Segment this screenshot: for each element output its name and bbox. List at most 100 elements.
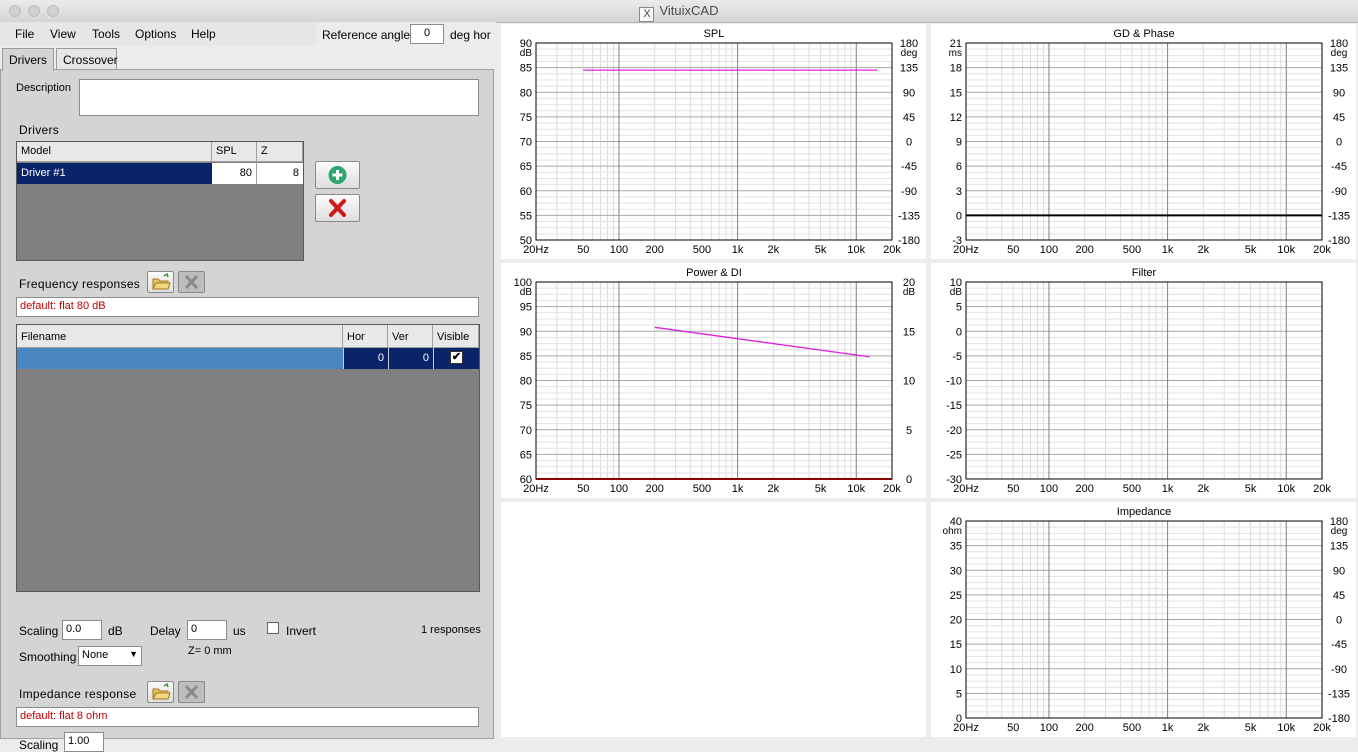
- y-tick-label: -20: [946, 425, 962, 437]
- fr-col-hor[interactable]: Hor: [343, 325, 388, 348]
- smoothing-value: None: [82, 649, 109, 661]
- y-tick-label: 65: [520, 161, 532, 173]
- y-tick-label: 12: [950, 112, 962, 124]
- drivers-col-spl[interactable]: SPL: [212, 142, 257, 162]
- y2-tick-label: 90: [903, 87, 915, 99]
- y2-tick-label: 0: [1336, 137, 1342, 149]
- visible-checkbox[interactable]: ✔: [450, 351, 463, 364]
- x-tick-label: 5k: [1245, 722, 1257, 734]
- chart-svg: Impedance20Hz 50 100 200 500 1k 2k 5k 10k 20k4035…: [943, 506, 1350, 734]
- y2-tick-label: 45: [1333, 112, 1345, 124]
- y2-tick-label: -135: [1328, 688, 1350, 700]
- x-tick-label: 200: [1075, 722, 1093, 734]
- y-tick-label: 95: [520, 302, 532, 314]
- driver-model-cell[interactable]: Driver #1: [17, 163, 212, 184]
- reference-angle-group: Reference angle 0 deg hor: [316, 22, 496, 46]
- open-impedance-response-button[interactable]: [147, 681, 174, 703]
- fr-filename-cell[interactable]: [17, 348, 343, 369]
- add-driver-button[interactable]: [315, 161, 360, 189]
- y2-tick-label: -45: [1331, 639, 1347, 651]
- default-impedance-response-field[interactable]: default: flat 8 ohm: [16, 707, 479, 727]
- remove-frequency-response-button[interactable]: [178, 271, 205, 293]
- menu-file[interactable]: File: [15, 27, 34, 41]
- y2-tick-label: 10: [903, 376, 915, 388]
- remove-driver-button[interactable]: [315, 194, 360, 222]
- menu-view[interactable]: View: [50, 27, 76, 41]
- y-tick-label: 3: [956, 186, 962, 198]
- x-tick-label: 10k: [1277, 722, 1295, 734]
- spl-chart[interactable]: SPL 20Hz 50 100 200 500 1k 2k 5k 10k 20k 90 85 80 75 70…: [501, 24, 926, 259]
- drivers-section-title: Drivers: [19, 123, 60, 137]
- y-tick-label: 85: [520, 351, 532, 363]
- x-tick-label: 500: [1123, 244, 1141, 256]
- gd-phase-chart[interactable]: GD & Phase 20Hz 50 100 200 500 1k 2k 5k 10k 20k 21 1…: [931, 24, 1356, 259]
- fr-visible-cell[interactable]: ✔: [433, 348, 479, 369]
- y-tick-label: 85: [520, 63, 532, 75]
- fr-col-filename[interactable]: Filename: [17, 325, 343, 348]
- drivers-table: Model SPL Z Driver #1 80 8: [16, 141, 304, 261]
- drivers-col-model[interactable]: Model: [17, 142, 212, 162]
- y-tick-label: 65: [520, 449, 532, 461]
- y-tick-label: -3: [952, 235, 962, 247]
- plus-icon: [328, 166, 347, 184]
- chart-title: GD & Phase: [1113, 28, 1174, 40]
- y2-tick-label: -90: [1331, 186, 1347, 198]
- app-icon: X: [639, 7, 655, 22]
- x-tick-label: 2k: [1198, 483, 1210, 495]
- smoothing-label: Smoothing: [19, 650, 77, 664]
- window-title-bar: X VituixCAD: [0, 0, 1358, 23]
- driver-z-cell[interactable]: 8: [257, 163, 303, 184]
- fr-hor-cell[interactable]: 0: [343, 348, 388, 369]
- reference-angle-input[interactable]: 0: [410, 24, 444, 44]
- menu-options[interactable]: Options: [135, 27, 176, 41]
- invert-checkbox[interactable]: [267, 622, 279, 634]
- y-tick-label: 70: [520, 425, 532, 437]
- filter-chart[interactable]: Filter 20Hz 50 100 200 500 1k 2k 5k 10k 20k 10 5 0 -5-…: [931, 263, 1356, 498]
- x-tick-label: 200: [645, 244, 663, 256]
- chart-title: Impedance: [1117, 506, 1171, 518]
- y-tick-label: 20: [950, 615, 962, 627]
- smoothing-select[interactable]: None ▼: [78, 646, 142, 666]
- y2-tick-label: 0: [906, 474, 912, 486]
- y-unit-label: ohm: [943, 526, 962, 537]
- y-tick-label: 5: [956, 302, 962, 314]
- fr-ver-cell[interactable]: 0: [388, 348, 433, 369]
- x-tick-label: 500: [1123, 483, 1141, 495]
- remove-impedance-response-button[interactable]: [178, 681, 205, 703]
- drivers-col-z[interactable]: Z: [257, 142, 303, 162]
- x-tick-label: 10k: [847, 244, 865, 256]
- y-tick-label: -25: [946, 449, 962, 461]
- y2-tick-label: -135: [898, 210, 920, 222]
- menu-tools[interactable]: Tools: [92, 27, 120, 41]
- window-title-text: VituixCAD: [659, 3, 719, 18]
- y-unit-label: dB: [520, 287, 533, 298]
- impedance-scaling-input[interactable]: 1.00: [64, 732, 104, 752]
- window-title: X VituixCAD: [0, 3, 1358, 22]
- y2-tick-label: 5: [906, 425, 912, 437]
- driver-spl-cell[interactable]: 80: [212, 163, 257, 184]
- open-frequency-response-button[interactable]: [147, 271, 174, 293]
- scaling-input[interactable]: 0.0: [62, 620, 102, 640]
- fr-col-ver[interactable]: Ver: [388, 325, 433, 348]
- impedance-chart[interactable]: Impedance 20Hz 50 100 200 500 1k 2k 5k 10k 20k 40 35…: [931, 502, 1356, 737]
- fr-col-visible[interactable]: Visible: [433, 325, 479, 348]
- menu-help[interactable]: Help: [191, 27, 216, 41]
- power-di-chart[interactable]: Power & DI 20Hz 50 100 200 500 1k 2k 5k 10k 20k 100…: [501, 263, 926, 498]
- x-tick-label: 100: [1040, 244, 1058, 256]
- tab-crossover[interactable]: Crossover: [56, 48, 118, 70]
- x-tick-label: 500: [693, 244, 711, 256]
- x-tick-label: 50: [577, 244, 589, 256]
- y2-tick-label: 15: [903, 326, 915, 338]
- y2-tick-label: -45: [1331, 161, 1347, 173]
- chart-svg: Power & DI20Hz 50 100 200 500 1k 2k 5k 10k 20k100…: [514, 267, 916, 495]
- y2-tick-label: 135: [1330, 63, 1348, 75]
- x-tick-label: 50: [1007, 483, 1019, 495]
- description-input[interactable]: [79, 79, 479, 116]
- y2-unit-label: deg: [901, 48, 918, 59]
- x-tick-label: 100: [1040, 483, 1058, 495]
- default-frequency-response-field[interactable]: default: flat 80 dB: [16, 297, 479, 317]
- tab-drivers[interactable]: Drivers: [2, 48, 54, 71]
- frequency-responses-title: Frequency responses: [19, 277, 141, 291]
- delay-input[interactable]: 0: [187, 620, 227, 640]
- invert-label: Invert: [286, 624, 317, 638]
